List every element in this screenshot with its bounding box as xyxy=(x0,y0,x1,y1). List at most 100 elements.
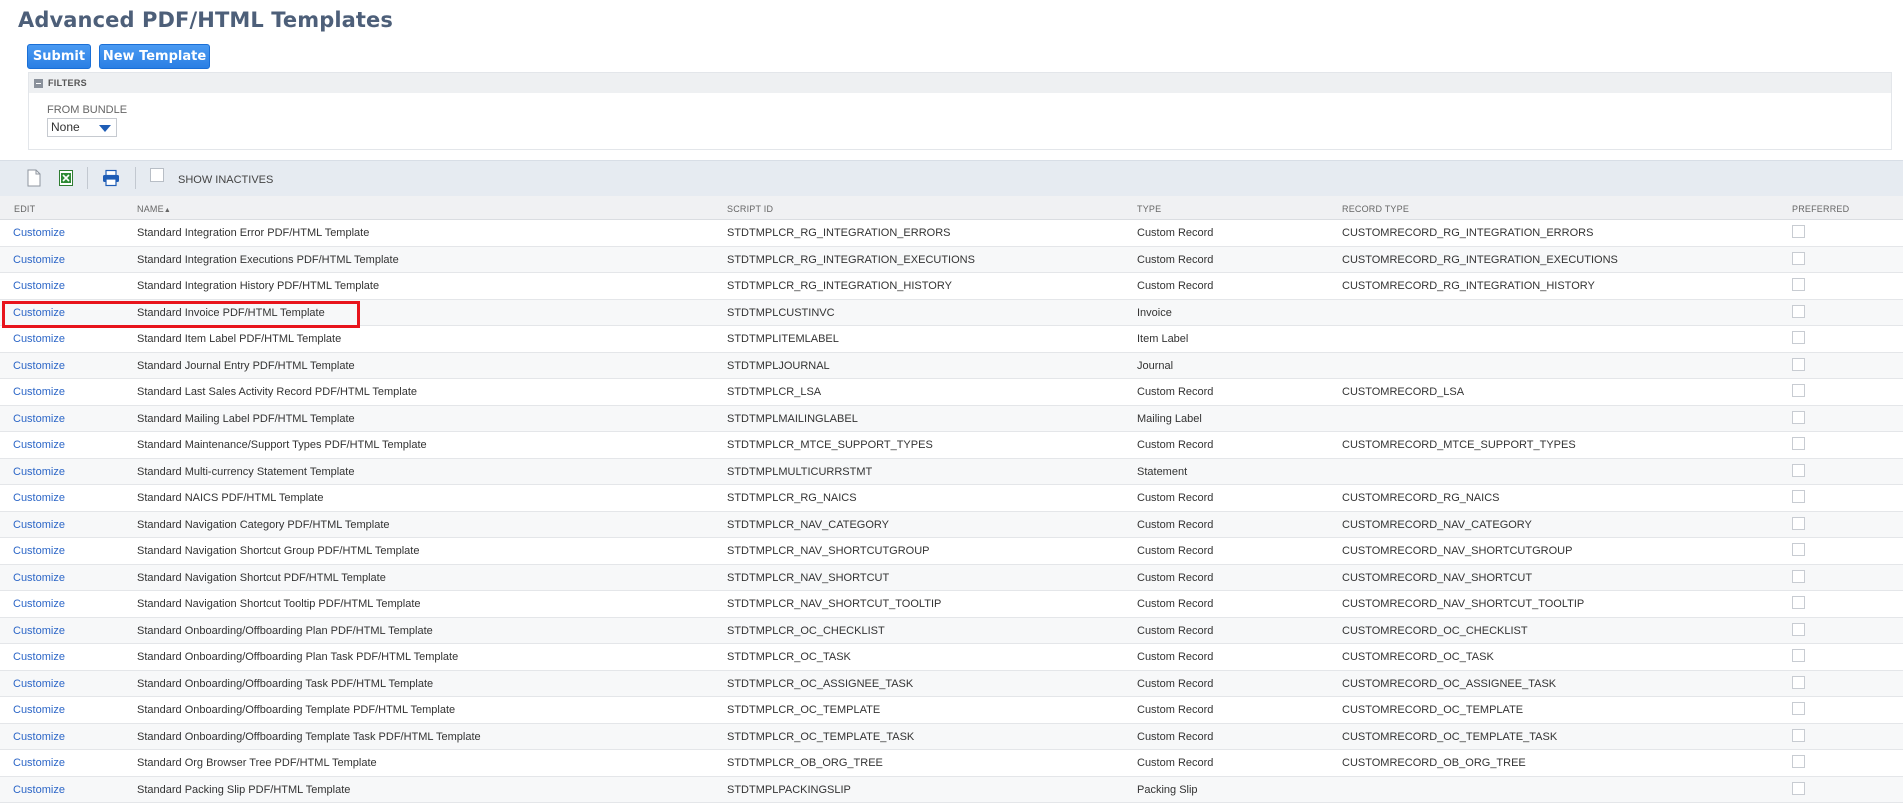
template-name: Standard Onboarding/Offboarding Template… xyxy=(137,731,481,743)
table-row: CustomizeStandard Navigation Shortcut PD… xyxy=(0,565,1903,592)
column-header-record-type[interactable]: RECORD TYPE xyxy=(1342,204,1409,214)
template-type: Custom Record xyxy=(1137,625,1213,637)
table-row: CustomizeStandard Maintenance/Support Ty… xyxy=(0,432,1903,459)
customize-link[interactable]: Customize xyxy=(13,651,65,663)
template-type: Item Label xyxy=(1137,333,1188,345)
preferred-checkbox[interactable] xyxy=(1792,464,1805,477)
script-id: STDTMPLCR_RG_NAICS xyxy=(727,492,857,504)
table-header: EDIT NAME▲ SCRIPT ID TYPE RECORD TYPE PR… xyxy=(0,196,1903,220)
template-name: Standard Onboarding/Offboarding Plan Tas… xyxy=(137,651,458,663)
column-header-name[interactable]: NAME▲ xyxy=(137,204,171,214)
customize-link[interactable]: Customize xyxy=(13,413,65,425)
script-id: STDTMPLCUSTINVC xyxy=(727,307,835,319)
customize-link[interactable]: Customize xyxy=(13,386,65,398)
customize-link[interactable]: Customize xyxy=(13,307,65,319)
record-type: CUSTOMRECORD_OC_TEMPLATE xyxy=(1342,704,1523,716)
preferred-checkbox[interactable] xyxy=(1792,596,1805,609)
script-id: STDTMPLITEMLABEL xyxy=(727,333,839,345)
column-header-type[interactable]: TYPE xyxy=(1137,204,1161,214)
preferred-checkbox[interactable] xyxy=(1792,676,1805,689)
script-id: STDTMPLCR_RG_INTEGRATION_EXECUTIONS xyxy=(727,254,975,266)
submit-button[interactable]: Submit xyxy=(27,44,91,69)
table-row: Customize Standard Navigation Shortcut To… xyxy=(0,591,1903,618)
script-id: STDTMPLCR_NAV_SHORTCUTGROUP xyxy=(727,545,930,557)
new-template-button[interactable]: New Template xyxy=(99,44,210,69)
customize-link[interactable]: Customize xyxy=(13,492,65,504)
preferred-checkbox[interactable] xyxy=(1792,649,1805,662)
preferred-checkbox[interactable] xyxy=(1792,331,1805,344)
column-header-name-label: NAME xyxy=(137,204,164,214)
toolbar-divider xyxy=(87,167,88,189)
sort-ascending-icon: ▲ xyxy=(164,207,171,214)
from-bundle-select[interactable]: None xyxy=(47,118,117,137)
show-inactives-checkbox[interactable] xyxy=(150,168,164,182)
excel-export-icon[interactable] xyxy=(58,169,74,187)
template-name: Standard Integration Error PDF/HTML Temp… xyxy=(137,227,369,239)
record-type: CUSTOMRECORD_NAV_CATEGORY xyxy=(1342,519,1532,531)
template-name: Standard Integration Executions PDF/HTML… xyxy=(137,254,399,266)
record-type: CUSTOMRECORD_LSA xyxy=(1342,386,1464,398)
customize-link[interactable]: Customize xyxy=(13,731,65,743)
preferred-checkbox[interactable] xyxy=(1792,384,1805,397)
preferred-checkbox[interactable] xyxy=(1792,543,1805,556)
table-row: Customize Standard Onboarding/Offboarding… xyxy=(0,724,1903,751)
customize-link[interactable]: Customize xyxy=(13,572,65,584)
record-type: CUSTOMRECORD_MTCE_SUPPORT_TYPES xyxy=(1342,439,1576,451)
templates-table: Customize Standard Integration Error PDF/… xyxy=(0,220,1903,803)
customize-link[interactable]: Customize xyxy=(13,254,65,266)
collapse-icon[interactable] xyxy=(34,79,43,88)
customize-link[interactable]: Customize xyxy=(13,625,65,637)
table-row: CustomizeStandard Navigation Shortcut Gr… xyxy=(0,538,1903,565)
customize-link[interactable]: Customize xyxy=(13,227,65,239)
preferred-checkbox[interactable] xyxy=(1792,305,1805,318)
preferred-checkbox[interactable] xyxy=(1792,225,1805,238)
script-id: STDTMPLCR_RG_INTEGRATION_HISTORY xyxy=(727,280,952,292)
preferred-checkbox[interactable] xyxy=(1792,411,1805,424)
customize-link[interactable]: Customize xyxy=(13,360,65,372)
preferred-checkbox[interactable] xyxy=(1792,755,1805,768)
preferred-checkbox[interactable] xyxy=(1792,358,1805,371)
template-type: Custom Record xyxy=(1137,678,1213,690)
table-row: CustomizeStandard Navigation Category PD… xyxy=(0,512,1903,539)
customize-link[interactable]: Customize xyxy=(13,466,65,478)
preferred-checkbox[interactable] xyxy=(1792,570,1805,583)
print-icon[interactable] xyxy=(102,169,120,187)
customize-link[interactable]: Customize xyxy=(13,333,65,345)
table-row: CustomizeStandard NAICS PDF/HTML Templat… xyxy=(0,485,1903,512)
preferred-checkbox[interactable] xyxy=(1792,278,1805,291)
template-name: Standard Onboarding/Offboarding Template… xyxy=(137,704,455,716)
preferred-checkbox[interactable] xyxy=(1792,702,1805,715)
preferred-checkbox[interactable] xyxy=(1792,252,1805,265)
filters-title: FILTERS xyxy=(48,78,87,88)
customize-link[interactable]: Customize xyxy=(13,545,65,557)
preferred-checkbox[interactable] xyxy=(1792,517,1805,530)
new-document-icon[interactable] xyxy=(26,169,42,187)
template-name: Standard Navigation Shortcut Tooltip PDF… xyxy=(137,598,421,610)
template-type: Statement xyxy=(1137,466,1187,478)
template-type: Invoice xyxy=(1137,307,1172,319)
script-id: STDTMPLCR_OC_CHECKLIST xyxy=(727,625,885,637)
preferred-checkbox[interactable] xyxy=(1792,623,1805,636)
customize-link[interactable]: Customize xyxy=(13,519,65,531)
record-type: CUSTOMRECORD_RG_INTEGRATION_EXECUTIONS xyxy=(1342,254,1618,266)
table-row: CustomizeStandard Multi-currency Stateme… xyxy=(0,459,1903,486)
record-type: CUSTOMRECORD_NAV_SHORTCUT xyxy=(1342,572,1532,584)
filters-header[interactable]: FILTERS xyxy=(29,73,1891,93)
column-header-script-id[interactable]: SCRIPT ID xyxy=(727,204,773,214)
preferred-checkbox[interactable] xyxy=(1792,437,1805,450)
script-id: STDTMPLCR_OC_TEMPLATE xyxy=(727,704,880,716)
customize-link[interactable]: Customize xyxy=(13,598,65,610)
customize-link[interactable]: Customize xyxy=(13,678,65,690)
customize-link[interactable]: Customize xyxy=(13,757,65,769)
record-type: CUSTOMRECORD_NAV_SHORTCUT_TOOLTIP xyxy=(1342,598,1584,610)
template-type: Custom Record xyxy=(1137,254,1213,266)
toolbar-divider xyxy=(135,167,136,189)
script-id: STDTMPLMULTICURRSTMT xyxy=(727,466,872,478)
customize-link[interactable]: Customize xyxy=(13,439,65,451)
preferred-checkbox[interactable] xyxy=(1792,729,1805,742)
column-header-preferred[interactable]: PREFERRED xyxy=(1792,204,1849,214)
preferred-checkbox[interactable] xyxy=(1792,490,1805,503)
customize-link[interactable]: Customize xyxy=(13,280,65,292)
preferred-checkbox[interactable] xyxy=(1792,782,1805,795)
customize-link[interactable]: Customize xyxy=(13,704,65,716)
